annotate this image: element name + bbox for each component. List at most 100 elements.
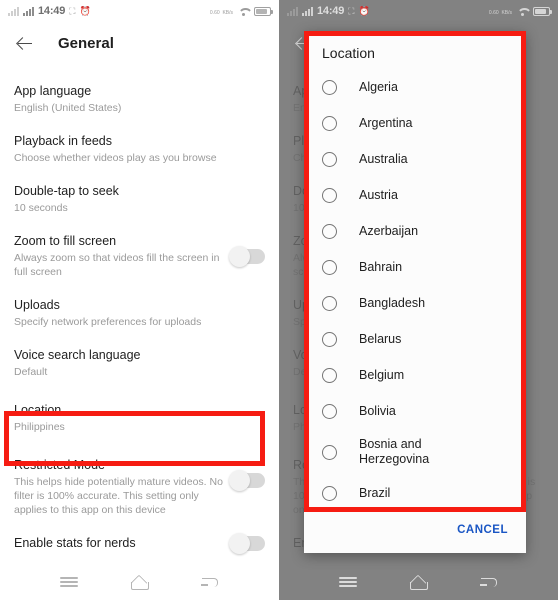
back-icon[interactable] bbox=[199, 573, 221, 591]
radio-button-icon[interactable] bbox=[322, 151, 337, 167]
wifi-icon bbox=[238, 7, 253, 16]
home-icon[interactable] bbox=[407, 573, 429, 591]
country-label: Algeria bbox=[359, 79, 398, 94]
list-item[interactable]: Australia bbox=[304, 141, 526, 177]
list-item[interactable]: Algeria bbox=[304, 69, 526, 105]
battery-icon bbox=[254, 6, 273, 16]
list-item[interactable]: Bahrain bbox=[304, 249, 526, 285]
back-icon[interactable] bbox=[478, 573, 500, 591]
radio-button-icon[interactable] bbox=[322, 187, 337, 203]
country-label: Australia bbox=[359, 151, 408, 166]
no-sim-icon: ⛶ bbox=[348, 5, 355, 16]
left-phone-screen: 14:49 ⛶ ⏰ 0.60 KB/s General App language… bbox=[0, 0, 279, 600]
status-bar-right: 0.60 KB/s bbox=[209, 6, 273, 17]
country-label: Bahrain bbox=[359, 259, 403, 274]
radio-button-icon[interactable] bbox=[322, 259, 337, 275]
radio-button-icon[interactable] bbox=[322, 403, 337, 419]
setting-row-restricted-mode[interactable]: Restricted Mode This helps hide potentia… bbox=[14, 448, 265, 526]
wifi-icon bbox=[517, 7, 532, 16]
list-item[interactable]: Azerbaijan bbox=[304, 213, 526, 249]
home-icon[interactable] bbox=[128, 573, 150, 591]
list-item[interactable]: Bosnia and Herzegovina bbox=[304, 429, 526, 475]
setting-title: Double-tap to seek bbox=[14, 184, 119, 198]
country-list[interactable]: Algeria Argentina Australia Austria Azer… bbox=[304, 69, 526, 507]
setting-row-playback-in-feeds[interactable]: Playback in feeds Choose whether videos … bbox=[14, 124, 265, 174]
list-item[interactable]: Bolivia bbox=[304, 393, 526, 429]
radio-button-icon[interactable] bbox=[322, 295, 337, 311]
list-item[interactable]: Brazil bbox=[304, 475, 526, 507]
setting-row-location[interactable]: Location Philippines bbox=[14, 388, 265, 448]
setting-title: Location bbox=[14, 403, 62, 417]
restricted-mode-toggle[interactable] bbox=[229, 470, 265, 491]
radio-button-icon[interactable] bbox=[322, 223, 337, 239]
app-bar: General bbox=[0, 22, 279, 64]
enable-stats-for-nerds-toggle[interactable] bbox=[229, 533, 265, 554]
page-title: General bbox=[58, 34, 114, 52]
setting-subtitle: 10 seconds bbox=[14, 202, 68, 214]
network-speed-icon: 0.60 KB/s bbox=[488, 9, 512, 16]
radio-button-icon[interactable] bbox=[322, 485, 337, 501]
setting-subtitle: Philippines bbox=[14, 421, 65, 433]
setting-title: Uploads bbox=[14, 298, 60, 312]
battery-icon bbox=[533, 6, 552, 16]
dialog-title: Location bbox=[322, 45, 375, 61]
signal-strong-icon bbox=[23, 6, 34, 16]
setting-row-zoom-to-fill-screen[interactable]: Zoom to fill screen Always zoom so that … bbox=[14, 224, 265, 288]
status-bar: 14:49 ⛶ ⏰ 0.60 KB/s bbox=[0, 0, 279, 22]
status-bar: 14:49 ⛶ ⏰ 0.60 KB/s bbox=[279, 0, 558, 22]
country-label: Belgium bbox=[359, 367, 405, 382]
list-item[interactable]: Bangladesh bbox=[304, 285, 526, 321]
setting-title: Restricted Mode bbox=[14, 458, 106, 472]
zoom-to-fill-screen-toggle[interactable] bbox=[229, 246, 265, 267]
setting-subtitle: Choose whether videos play as you browse bbox=[14, 152, 217, 164]
radio-button-icon[interactable] bbox=[322, 331, 337, 347]
country-label: Austria bbox=[359, 187, 398, 202]
signal-weak-icon bbox=[8, 6, 19, 16]
signal-weak-icon bbox=[287, 6, 298, 16]
list-item[interactable]: Argentina bbox=[304, 105, 526, 141]
status-bar-left: 14:49 ⛶ ⏰ bbox=[8, 5, 91, 17]
setting-row-double-tap-to-seek[interactable]: Double-tap to seek 10 seconds bbox=[14, 174, 265, 224]
setting-title: App language bbox=[14, 84, 92, 98]
setting-title: Enable stats for nerds bbox=[14, 536, 136, 550]
radio-button-icon[interactable] bbox=[322, 79, 337, 95]
setting-subtitle: Always zoom so that videos fill the scre… bbox=[14, 252, 220, 278]
status-time: 14:49 bbox=[38, 5, 66, 17]
signal-strong-icon bbox=[302, 6, 313, 16]
list-item[interactable]: Belarus bbox=[304, 321, 526, 357]
country-label: Azerbaijan bbox=[359, 223, 419, 238]
cancel-button[interactable]: CANCEL bbox=[457, 524, 508, 536]
dialog-actions: CANCEL bbox=[304, 507, 526, 553]
alarm-icon: ⏰ bbox=[358, 5, 370, 16]
country-label: Brazil bbox=[359, 485, 391, 500]
list-item[interactable]: Belgium bbox=[304, 357, 526, 393]
setting-row-enable-stats-for-nerds[interactable]: Enable stats for nerds bbox=[14, 526, 265, 560]
alarm-icon: ⏰ bbox=[79, 5, 91, 16]
setting-row-app-language[interactable]: App language English (United States) bbox=[14, 74, 265, 124]
setting-subtitle: Default bbox=[14, 366, 48, 378]
recents-icon[interactable] bbox=[58, 573, 80, 591]
system-nav-bar bbox=[0, 564, 279, 600]
radio-button-icon[interactable] bbox=[322, 444, 337, 460]
setting-row-voice-search-language[interactable]: Voice search language Default bbox=[14, 338, 265, 388]
country-label: Bangladesh bbox=[359, 295, 426, 310]
setting-subtitle: English (United States) bbox=[14, 102, 122, 114]
setting-subtitle: Specify network preferences for uploads bbox=[14, 316, 202, 328]
country-label: Bolivia bbox=[359, 403, 396, 418]
settings-list: App language English (United States) Pla… bbox=[0, 64, 279, 560]
system-nav-bar bbox=[279, 564, 558, 600]
setting-subtitle: This helps hide potentially mature video… bbox=[14, 476, 223, 516]
setting-row-uploads[interactable]: Uploads Specify network preferences for … bbox=[14, 288, 265, 338]
radio-button-icon[interactable] bbox=[322, 115, 337, 131]
network-speed-icon: 0.60 KB/s bbox=[209, 9, 233, 16]
list-item[interactable]: Austria bbox=[304, 177, 526, 213]
recents-icon[interactable] bbox=[337, 573, 359, 591]
radio-button-icon[interactable] bbox=[322, 367, 337, 383]
country-label: Bosnia and Herzegovina bbox=[359, 437, 430, 466]
setting-title: Zoom to fill screen bbox=[14, 234, 117, 248]
setting-title: Voice search language bbox=[14, 348, 141, 362]
status-bar-right: 0.60 KB/s bbox=[488, 6, 552, 17]
setting-title: Playback in feeds bbox=[14, 134, 112, 148]
back-arrow-icon[interactable] bbox=[14, 32, 36, 54]
country-label: Argentina bbox=[359, 115, 413, 130]
